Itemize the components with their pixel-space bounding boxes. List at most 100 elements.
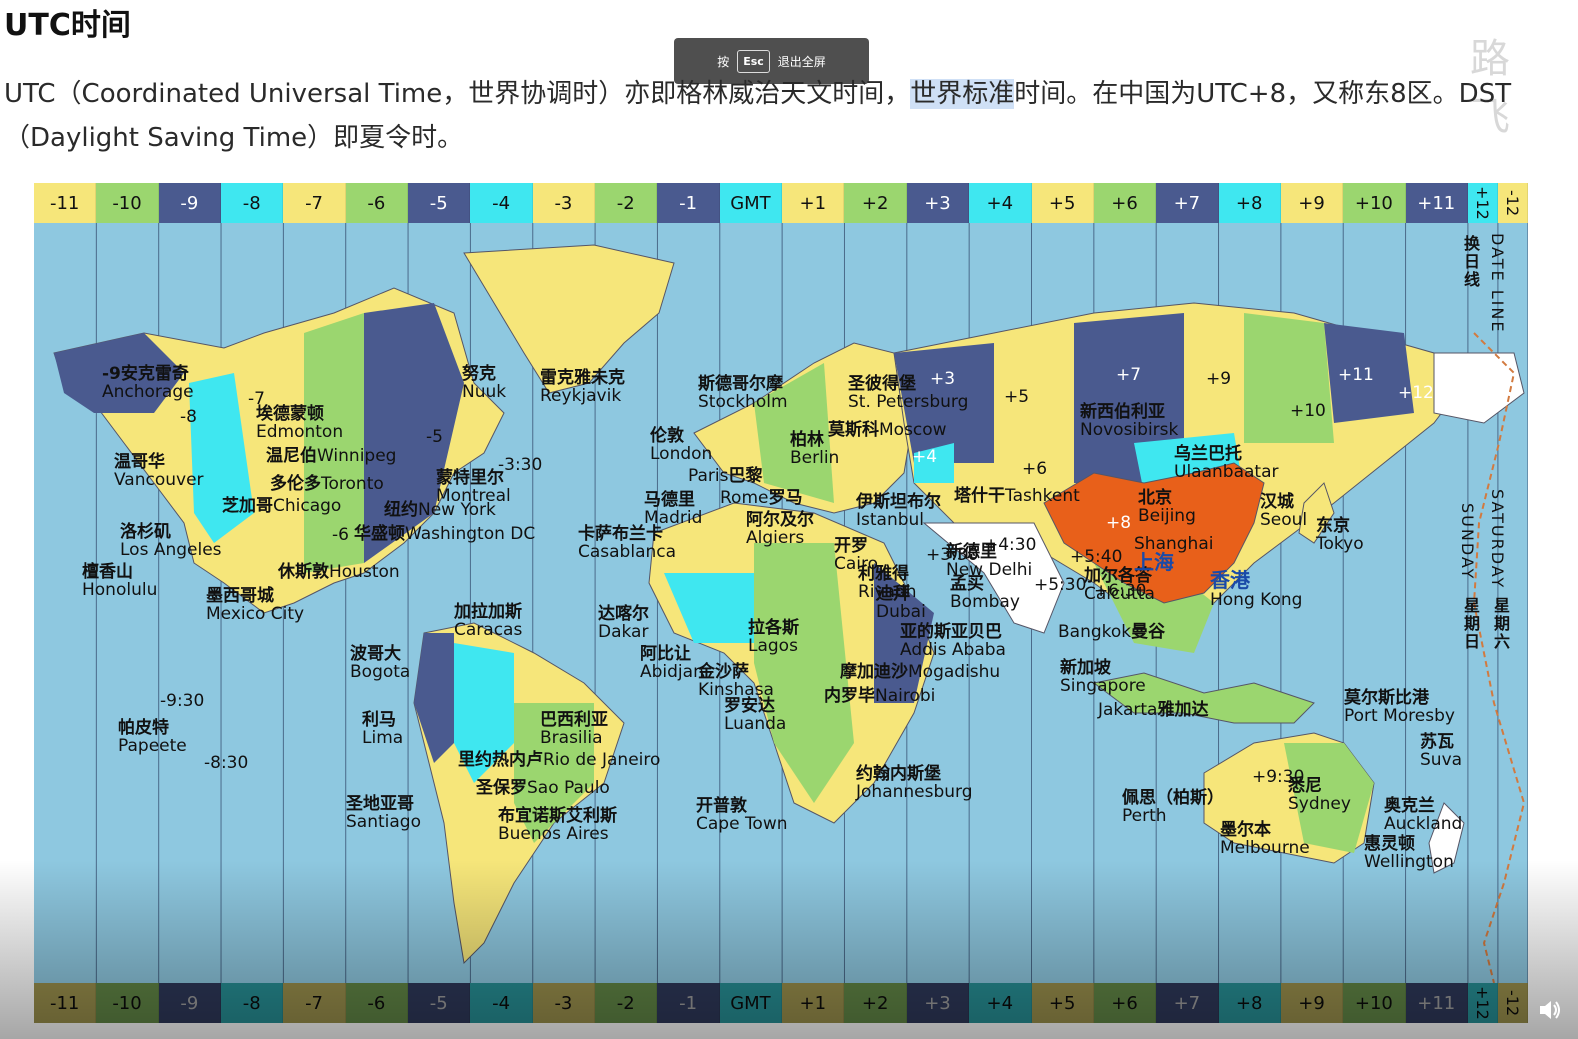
time-zone-cell: -4 — [470, 983, 533, 1023]
city-label-cn: 埃德蒙顿 — [256, 404, 324, 424]
city-label-cn: 休斯敦 — [278, 562, 329, 582]
city-label-en: Caracas — [454, 620, 523, 640]
city-label-cn: 北京 — [1138, 488, 1172, 508]
zone-label: +8 — [1106, 513, 1132, 533]
city-label-en: Sydney — [1288, 794, 1351, 814]
city-tashkent: 塔什干Tashkent — [954, 487, 1080, 505]
city-auckland: 奥克兰 Auckland — [1384, 797, 1462, 833]
city-label-cn: 金沙萨 — [698, 662, 749, 682]
city-label-en: St. Petersburg — [848, 392, 969, 412]
city-label-cn: 开普敦 — [696, 796, 747, 816]
city-label-cn: 内罗毕 — [824, 686, 875, 706]
city-bangkok: Bangkok曼谷 — [1058, 623, 1165, 641]
city-label-en: Beijing — [1138, 506, 1196, 526]
city-label-cn: 开罗 — [834, 536, 868, 556]
time-zone-cell: -10 — [96, 983, 159, 1023]
city-mexico-city: 墨西哥城 Mexico City — [206, 587, 304, 623]
zone-label: +7 — [1116, 365, 1142, 385]
city-label-cn: 迪拜 — [876, 584, 910, 604]
city-label-cn: 波哥大 — [350, 644, 401, 664]
city-kinshasa: 金沙萨 Kinshasa — [698, 663, 774, 699]
city-label-en: Sao Paulo — [527, 778, 610, 798]
time-zone-cell: +6 — [1093, 183, 1157, 223]
time-zone-cell: +6 — [1093, 983, 1157, 1023]
city-label-cn: 圣保罗 — [476, 778, 527, 798]
world-time-zone-map: -11 -10 -9 -8 -7 -6 -5 -4 -3 -2 -1 GMT +1 +2 +3 +4 +5 +6 +… — [34, 183, 1528, 1023]
city-label-en: Anchorage — [102, 382, 194, 402]
zone-label: +4 — [912, 447, 938, 467]
time-zone-cell: -11 — [34, 183, 97, 223]
time-zone-cell: +5 — [1031, 983, 1094, 1023]
time-zone-cell: -3 — [532, 983, 596, 1023]
city-label-en: Lagos — [748, 636, 798, 656]
city-label-cn: 东京 — [1316, 516, 1350, 536]
city-toronto: 多伦多Toronto — [270, 475, 384, 493]
city-seoul: 汉城 Seoul — [1260, 493, 1307, 529]
city-reykjavik: 雷克雅未克 Reykjavik — [540, 369, 625, 405]
city-papeete: 帕皮特 Papeete — [118, 719, 187, 755]
city-label-en: Suva — [1420, 750, 1463, 770]
time-zone-cell: -5 — [408, 183, 471, 223]
city-label-cn: 阿尔及尔 — [746, 510, 814, 530]
city-beijing: 北京 Beijing — [1138, 489, 1196, 525]
city-label-en: Nairobi — [875, 686, 936, 706]
city-label-en: Johannesburg — [856, 782, 973, 802]
city-label-en: Moscow — [879, 420, 947, 440]
city-tokyo: 东京 Tokyo — [1316, 517, 1364, 553]
city-label-en: Seoul — [1260, 510, 1308, 530]
city-label-en: London — [650, 444, 713, 464]
zone-label: -3:30 — [498, 455, 543, 475]
time-zone-cell: -5 — [408, 983, 471, 1023]
city-label-en: Addis Ababa — [900, 640, 1006, 660]
city-singapore: 新加坡 Singapore — [1060, 659, 1146, 695]
city-label-en: Cape Town — [696, 814, 788, 834]
city-label-cn: 安克雷奇 — [120, 364, 189, 384]
zone-label: -8 — [180, 407, 197, 427]
city-label-cn: 华盛顿 — [354, 524, 405, 544]
date-line-label-cn: 换日线 — [1461, 235, 1480, 289]
city-label-cn: 达喀尔 — [598, 604, 649, 624]
city-abidjan: 阿比让 Abidjan — [640, 645, 704, 681]
city-label-cn: 塔什干 — [954, 486, 1005, 506]
city-label-cn: 伊斯坦布尔 — [856, 492, 941, 512]
city-label-en: Dubai — [876, 602, 926, 622]
city-stockholm: 斯德哥尔摩 Stockholm — [698, 375, 788, 411]
saturday-label-cn: 星期六 — [1491, 597, 1510, 651]
city-suva: 苏瓦 Suva — [1420, 733, 1462, 769]
city-label-en: Papeete — [118, 736, 187, 756]
city-bombay: 孟买 Bombay — [950, 575, 1020, 611]
city-label-cn: 利雅得 — [858, 564, 909, 584]
city-label-en: Houston — [329, 562, 400, 582]
time-zone-cell: +1 — [782, 183, 845, 223]
city-label-en: Mogadishu — [908, 662, 1001, 682]
city-label-en: Mexico City — [206, 604, 305, 624]
volume-icon[interactable] — [1536, 996, 1564, 1024]
zone-label: +9 — [1206, 369, 1232, 389]
city-vancouver: 温哥华 Vancouver — [114, 453, 204, 489]
russia-green — [1244, 313, 1334, 443]
time-zone-cell: +12 — [1467, 983, 1498, 1023]
time-zone-cell: -6 — [345, 983, 409, 1023]
city-label-cn: 罗安达 — [724, 696, 775, 716]
city-label-en: Melbourne — [1220, 838, 1310, 858]
city-label-cn: 拉各斯 — [748, 618, 799, 638]
city-label-cn: 利马 — [362, 710, 396, 730]
city-label-cn: 莫尔斯比港 — [1344, 688, 1429, 708]
city-shanghai: Shanghai 上海 — [1134, 535, 1213, 573]
zone-label: +13 — [1440, 361, 1476, 381]
city-label-cn: 努克 — [462, 364, 496, 384]
city-label-cn: 雅加达 — [1157, 700, 1209, 720]
city-label-cn: -9 — [102, 364, 121, 384]
city-label-en: Singapore — [1060, 676, 1146, 696]
city-label-en: Port Moresby — [1344, 706, 1455, 726]
time-zone-cell: GMT — [719, 183, 783, 223]
time-zone-cell: -2 — [595, 183, 658, 223]
city-label-en: Jakarta — [1098, 700, 1158, 720]
city-label-cn: 伦敦 — [650, 426, 684, 446]
city-rome: Rome罗马 — [720, 489, 802, 507]
time-zone-cell: -7 — [283, 983, 346, 1023]
zone-label: +5:30 — [1034, 575, 1087, 595]
city-label-en: Bombay — [950, 592, 1020, 612]
city-novosibirsk: 新西伯利亚 Novosibirsk — [1080, 403, 1178, 439]
city-rio: 里约热内卢Rio de Janeiro — [458, 751, 660, 769]
